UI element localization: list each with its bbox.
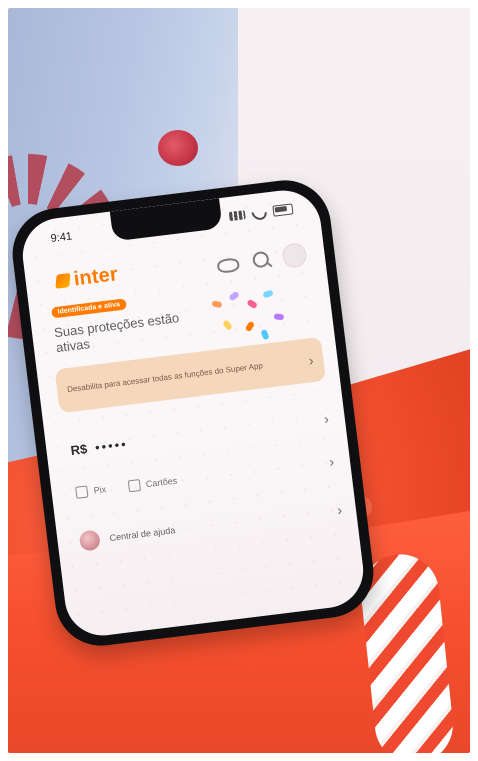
confetti-piece xyxy=(273,313,285,321)
confetti-piece xyxy=(211,300,223,309)
logo-text: inter xyxy=(72,263,120,291)
chevron-right-icon: › xyxy=(328,453,335,470)
battery-icon xyxy=(272,202,294,217)
confetti-piece xyxy=(262,289,274,299)
chevron-right-icon: › xyxy=(307,351,315,369)
logo-mark-icon xyxy=(55,272,71,289)
confetti-piece xyxy=(260,328,270,341)
app-logo: inter xyxy=(55,263,120,293)
phone-notch xyxy=(109,198,223,242)
promo-badge: Identificada e ativa xyxy=(51,298,127,319)
shortcut-cards[interactable]: Cartões xyxy=(127,474,178,493)
shortcut-label: Pix xyxy=(93,484,107,496)
status-time: 9:41 xyxy=(50,230,73,245)
confetti-piece xyxy=(244,320,256,333)
promo-title: Suas proteções estão ativas xyxy=(53,310,180,356)
phone-screen: 9:41 inter Identificada e ativa Suas pro… xyxy=(18,186,368,640)
notice-text: Desabilita para acessar todas as funções… xyxy=(66,361,264,395)
shortcut-label: Cartões xyxy=(145,475,178,490)
shortcut-pix[interactable]: Pix xyxy=(75,483,107,499)
status-icons xyxy=(228,201,294,223)
photo-frame: 9:41 inter Identificada e ativa Suas pro… xyxy=(8,8,470,753)
shirt-button xyxy=(158,130,198,166)
card-icon xyxy=(127,479,141,493)
eye-icon[interactable] xyxy=(216,257,241,274)
wifi-icon xyxy=(248,202,270,223)
chevron-right-icon: › xyxy=(336,501,343,519)
smartphone: 9:41 inter Identificada e ativa Suas pro… xyxy=(8,175,379,651)
pix-icon xyxy=(75,485,89,499)
confetti-piece xyxy=(246,298,258,310)
balance-masked: ••••• xyxy=(94,435,129,455)
help-avatar xyxy=(78,529,101,552)
confetti-piece xyxy=(222,319,233,331)
signal-icon xyxy=(228,209,246,221)
search-icon[interactable] xyxy=(251,250,270,269)
help-label: Central de ajuda xyxy=(109,525,176,544)
profile-avatar[interactable] xyxy=(281,242,308,269)
chevron-right-icon: › xyxy=(323,410,330,428)
confetti-piece xyxy=(228,290,240,302)
balance-currency: R$ xyxy=(69,440,89,458)
